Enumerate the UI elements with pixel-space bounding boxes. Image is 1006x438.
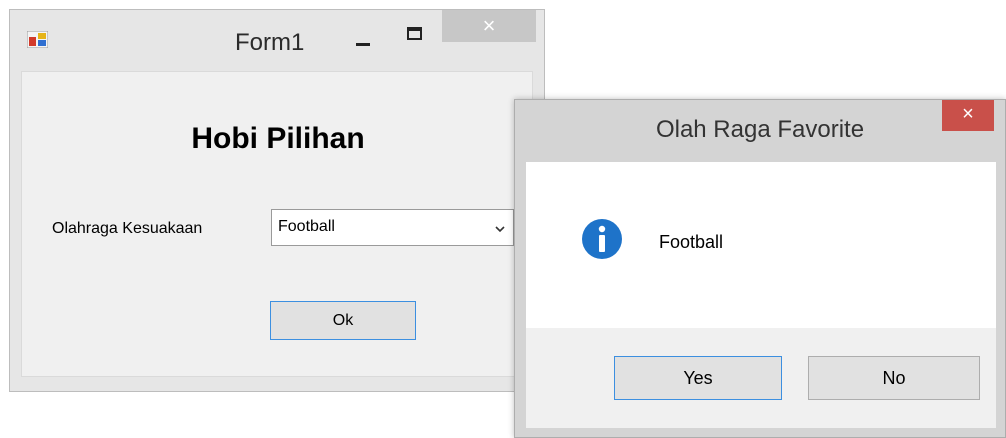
- app-form-icon: [27, 31, 48, 48]
- chevron-down-icon[interactable]: [495, 224, 505, 234]
- dialog-message: Football: [659, 232, 724, 252]
- minimize-button[interactable]: [350, 20, 376, 60]
- form1-title: Form1: [235, 29, 305, 56]
- dialog-title: Olah Raga Favorite: [655, 116, 865, 143]
- form1-client-area: Hobi Pilihan Olahraga Kesuakaan Football…: [21, 71, 533, 377]
- form1-close-button[interactable]: ×: [442, 10, 536, 42]
- dialog-close-button[interactable]: ×: [942, 100, 994, 131]
- form1-titlebar[interactable]: Form1 ×: [10, 10, 544, 70]
- dialog-content: Football: [526, 162, 996, 328]
- info-icon: [582, 219, 622, 259]
- combobox-value: Football: [278, 218, 335, 235]
- no-button[interactable]: No: [808, 356, 980, 400]
- sport-combobox[interactable]: Football: [271, 209, 514, 246]
- message-box-dialog: Olah Raga Favorite × Football Yes No: [514, 99, 1006, 438]
- sport-label: Olahraga Kesuakaan: [52, 220, 203, 237]
- page-title: Hobi Pilihan: [191, 122, 365, 155]
- dialog-button-bar: Yes No: [526, 328, 996, 428]
- yes-button[interactable]: Yes: [614, 356, 782, 400]
- maximize-button[interactable]: [398, 20, 428, 50]
- ok-button[interactable]: Ok: [270, 301, 416, 340]
- form1-window: Form1 × Hobi Pilihan Olahraga Kesuakaan …: [9, 9, 545, 392]
